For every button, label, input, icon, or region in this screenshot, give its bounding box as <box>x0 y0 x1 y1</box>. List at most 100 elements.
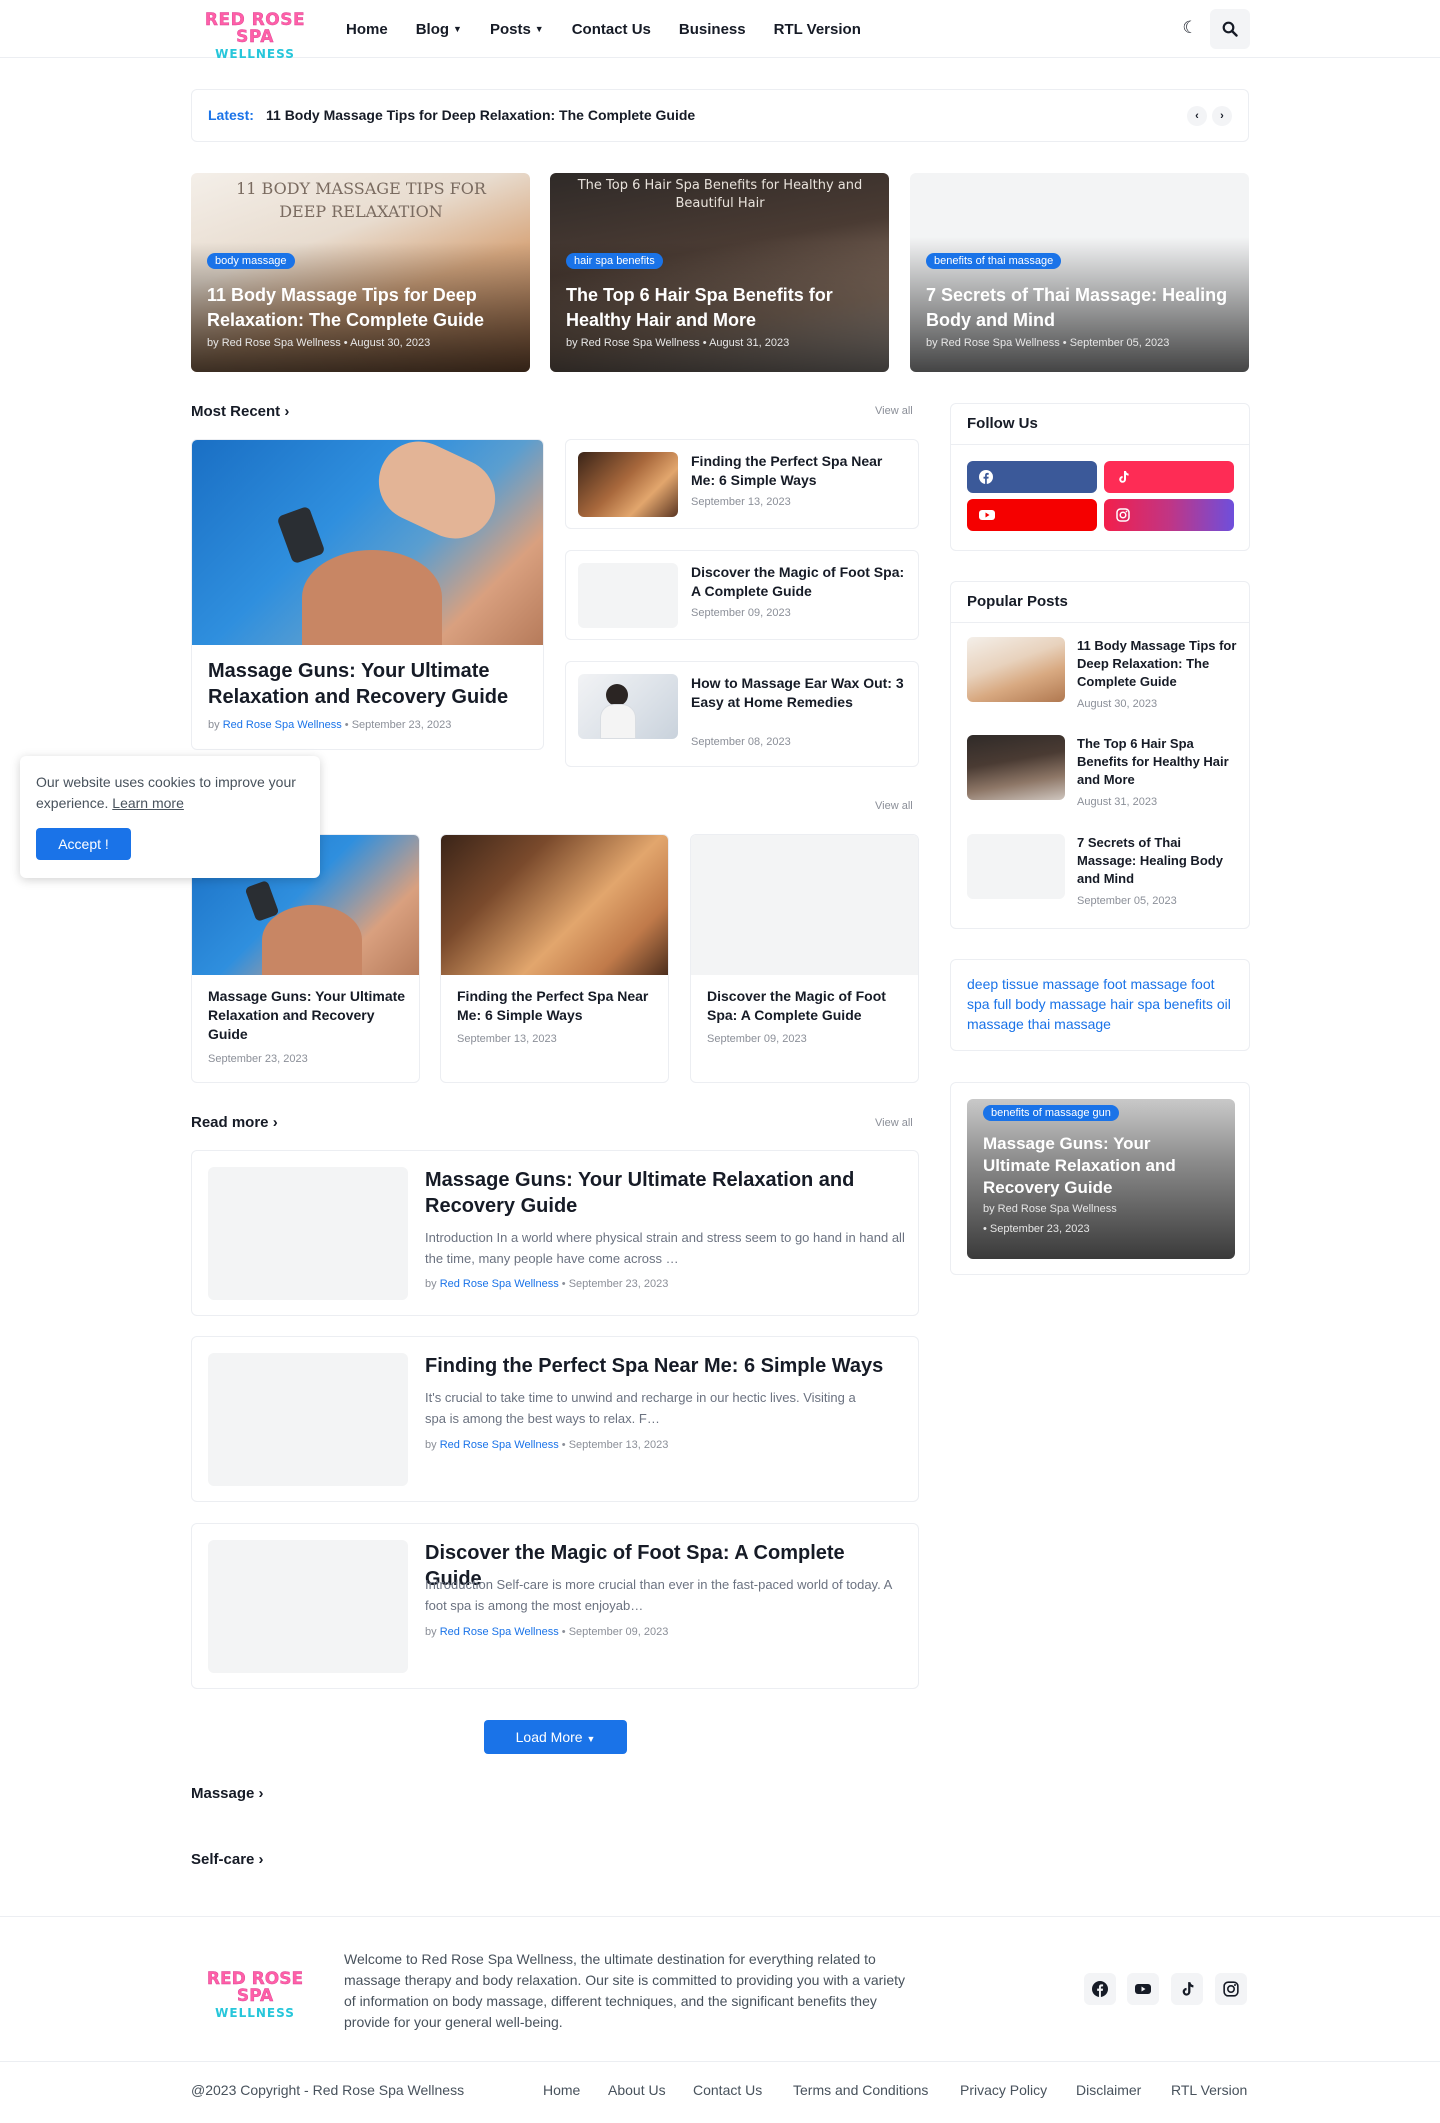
footer-link-terms[interactable]: Terms and Conditions <box>793 2082 928 2098</box>
main-card-title[interactable]: Massage Guns: Your Ultimate Relaxation a… <box>208 658 528 710</box>
author-link[interactable]: Red Rose Spa Wellness <box>223 719 342 731</box>
recent-date-3: September 08, 2023 <box>691 736 791 748</box>
youtube-button[interactable] <box>967 499 1097 531</box>
footer-link-about[interactable]: About Us <box>608 2082 666 2098</box>
most-recent-main-card[interactable]: Massage Guns: Your Ultimate Relaxation a… <box>191 439 544 750</box>
grid-title-3[interactable]: Discover the Magic of Foot Spa: A Comple… <box>707 987 912 1025</box>
instagram-icon <box>1116 508 1130 522</box>
author-link[interactable]: Red Rose Spa Wellness <box>440 1626 559 1638</box>
popular-thumb-2[interactable] <box>967 735 1065 800</box>
author-link[interactable]: Red Rose Spa Wellness <box>440 1439 559 1451</box>
popular-thumb-1[interactable] <box>967 637 1065 702</box>
grid-title-2[interactable]: Finding the Perfect Spa Near Me: 6 Simpl… <box>457 987 657 1025</box>
category-massage-heading[interactable]: Massage › <box>191 1785 264 1802</box>
tag-cloud: deep tissue massage foot massage foot sp… <box>967 974 1237 1034</box>
popular-thumb-3[interactable] <box>967 834 1065 899</box>
nav-business[interactable]: Business <box>679 21 746 38</box>
read-more-item-3[interactable]: Discover the Magic of Foot Spa: A Comple… <box>191 1523 919 1689</box>
featured-post-3[interactable]: benefits of thai massage 7 Secrets of Th… <box>910 173 1249 372</box>
featured-tag-3[interactable]: benefits of thai massage <box>926 253 1062 269</box>
nav-blog[interactable]: Blog ▼ <box>416 21 462 38</box>
featured-tag-2[interactable]: hair spa benefits <box>566 253 663 269</box>
tag-link[interactable]: deep tissue massage <box>967 976 1099 992</box>
chevron-down-icon: ▼ <box>586 1734 596 1744</box>
recent-list-item-3[interactable]: How to Massage Ear Wax Out: 3 Easy at Ho… <box>565 661 919 767</box>
nav-posts[interactable]: Posts ▼ <box>490 21 544 38</box>
featured-post-2[interactable]: The Top 6 Hair Spa Benefits for Healthy … <box>550 173 889 372</box>
nav-home[interactable]: Home <box>346 21 388 38</box>
featured-title-1[interactable]: 11 Body Massage Tips for Deep Relaxation… <box>207 283 517 333</box>
sidebar-feature-card[interactable]: benefits of massage gun Massage Guns: Yo… <box>967 1099 1235 1259</box>
footer-link-privacy[interactable]: Privacy Policy <box>960 2082 1047 2098</box>
cookie-learn-more[interactable]: Learn more <box>112 795 184 811</box>
featured-meta-3: by Red Rose Spa Wellness • September 05,… <box>926 337 1170 349</box>
most-recent-view-all[interactable]: View all <box>875 405 913 417</box>
footer-link-home[interactable]: Home <box>543 2082 580 2098</box>
moon-icon[interactable]: ☾ <box>1179 17 1201 39</box>
sidebar-feature-title[interactable]: Massage Guns: Your Ultimate Relaxation a… <box>983 1133 1203 1199</box>
follow-us-heading: Follow Us <box>967 415 1038 432</box>
recent-list-item-2[interactable]: Discover the Magic of Foot Spa: A Comple… <box>565 550 919 640</box>
recent-list-item-1[interactable]: Finding the Perfect Spa Near Me: 6 Simpl… <box>565 439 919 529</box>
search-button[interactable] <box>1210 9 1250 49</box>
read-more-snippet-2: It's crucial to take time to unwind and … <box>425 1390 856 1426</box>
ticker-link[interactable]: 11 Body Massage Tips for Deep Relaxation… <box>266 107 695 123</box>
popular-title-1[interactable]: 11 Body Massage Tips for Deep Relaxation… <box>1077 637 1237 691</box>
nav-contact[interactable]: Contact Us <box>572 21 651 38</box>
instagram-button[interactable] <box>1104 499 1234 531</box>
recent-title-3[interactable]: How to Massage Ear Wax Out: 3 Easy at Ho… <box>691 674 906 712</box>
author-link[interactable]: Red Rose Spa Wellness <box>440 1278 559 1290</box>
cookie-text: Our website uses cookies to improve your… <box>36 774 296 811</box>
grid-section-view-all[interactable]: View all <box>875 800 913 812</box>
footer-link-contact[interactable]: Contact Us <box>693 2082 762 2098</box>
cookie-accept-button[interactable]: Accept ! <box>36 828 131 860</box>
sidebar-feature-tag[interactable]: benefits of massage gun <box>983 1105 1119 1121</box>
facebook-button[interactable] <box>967 461 1097 493</box>
recent-title-1[interactable]: Finding the Perfect Spa Near Me: 6 Simpl… <box>691 452 906 490</box>
grid-card-3[interactable]: Discover the Magic of Foot Spa: A Comple… <box>690 834 919 1083</box>
nav-home-label: Home <box>346 20 388 38</box>
featured-post-1[interactable]: 11 BODY MASSAGE TIPS FOR DEEP RELAXATION… <box>191 173 530 372</box>
footer-facebook-button[interactable] <box>1084 1973 1116 2005</box>
grid-thumb-2 <box>441 835 668 975</box>
ticker-next-button[interactable]: › <box>1212 106 1232 126</box>
featured-title-3[interactable]: 7 Secrets of Thai Massage: Healing Body … <box>926 283 1236 333</box>
read-more-thumb-3 <box>208 1540 408 1673</box>
popular-title-2[interactable]: The Top 6 Hair Spa Benefits for Healthy … <box>1077 735 1237 789</box>
featured-tag-1[interactable]: body massage <box>207 253 295 269</box>
youtube-icon <box>979 510 995 520</box>
footer-logo-line-2: WELLNESS <box>215 2006 295 2020</box>
load-more-button[interactable]: Load More ▼ <box>484 1720 627 1754</box>
read-more-heading[interactable]: Read more › <box>191 1114 278 1131</box>
footer-instagram-button[interactable] <box>1215 1973 1247 2005</box>
grid-title-1[interactable]: Massage Guns: Your Ultimate Relaxation a… <box>208 987 408 1044</box>
site-logo[interactable]: RED ROSE SPA WELLNESS <box>191 11 319 60</box>
ticker-prev-button[interactable]: ‹ <box>1187 106 1207 126</box>
footer-about-text: Welcome to Red Rose Spa Wellness, the ul… <box>344 1951 906 2030</box>
popular-title-3[interactable]: 7 Secrets of Thai Massage: Healing Body … <box>1077 834 1237 888</box>
tag-link[interactable]: foot massage <box>1103 976 1187 992</box>
footer-link-rtl[interactable]: RTL Version <box>1171 2082 1247 2098</box>
tag-link[interactable]: hair spa benefits <box>1110 996 1213 1012</box>
read-more-item-2[interactable]: Finding the Perfect Spa Near Me: 6 Simpl… <box>191 1336 919 1502</box>
read-more-title-2[interactable]: Finding the Perfect Spa Near Me: 6 Simpl… <box>425 1353 905 1379</box>
read-more-item-1[interactable]: Massage Guns: Your Ultimate Relaxation a… <box>191 1150 919 1316</box>
footer-youtube-button[interactable] <box>1127 1973 1159 2005</box>
tag-link[interactable]: full body massage <box>993 996 1106 1012</box>
tiktok-button[interactable] <box>1104 461 1234 493</box>
recent-title-2[interactable]: Discover the Magic of Foot Spa: A Comple… <box>691 563 906 601</box>
most-recent-heading[interactable]: Most Recent › <box>191 403 289 420</box>
tag-link[interactable]: thai massage <box>1028 1016 1111 1032</box>
footer-logo[interactable]: RED ROSE SPA WELLNESS <box>191 1970 319 2020</box>
category-selfcare-heading[interactable]: Self-care › <box>191 1851 264 1868</box>
popular-posts-heading: Popular Posts <box>967 593 1068 610</box>
read-more-title-1[interactable]: Massage Guns: Your Ultimate Relaxation a… <box>425 1167 905 1219</box>
read-more-view-all[interactable]: View all <box>875 1117 913 1129</box>
follow-us-widget: Follow Us <box>950 403 1250 551</box>
facebook-icon <box>1092 1981 1108 1997</box>
footer-link-disclaimer[interactable]: Disclaimer <box>1076 2082 1141 2098</box>
grid-card-2[interactable]: Finding the Perfect Spa Near Me: 6 Simpl… <box>440 834 669 1083</box>
featured-title-2[interactable]: The Top 6 Hair Spa Benefits for Healthy … <box>566 283 876 333</box>
footer-tiktok-button[interactable] <box>1171 1973 1203 2005</box>
nav-rtl[interactable]: RTL Version <box>774 21 861 38</box>
